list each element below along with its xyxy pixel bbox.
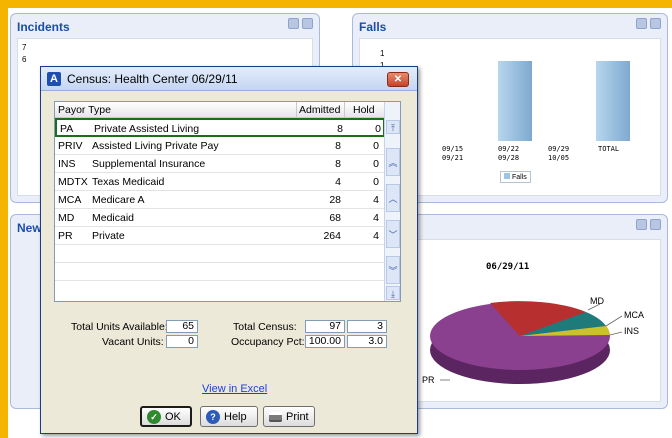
header-hold[interactable]: Hold [353, 104, 375, 116]
x-label: 09/22 09/28 [498, 145, 520, 162]
total-census-hold-field: 3 [347, 320, 387, 333]
minimize-icon[interactable] [288, 18, 299, 29]
occupancy-field: 100.00 [305, 335, 345, 348]
print-button[interactable]: Print [263, 406, 315, 427]
census-dialog: A Census: Health Center 06/29/11 ✕ Payor… [40, 66, 418, 434]
table-row-empty [55, 245, 385, 263]
total-units-label: Total Units Available: [71, 321, 168, 333]
y-tick: 1 [380, 49, 385, 58]
minimize-icon[interactable] [636, 18, 647, 29]
table-row[interactable]: MD Medicaid 68 4 [55, 209, 385, 227]
table-row[interactable]: PA Private Assisted Living 8 0 [55, 118, 385, 137]
total-census-label: Total Census: [233, 321, 297, 333]
help-button[interactable]: ? Help [200, 406, 258, 427]
scroll-down-icon[interactable]: ﹀ [386, 220, 400, 248]
pie-label-pr: PR [422, 375, 435, 385]
ok-button[interactable]: ✓ OK [140, 406, 192, 427]
grid-scrollbar[interactable]: ⤒ ︽ ︿ ﹀ ︾ ⤓ [384, 102, 400, 301]
dialog-titlebar[interactable]: A Census: Health Center 06/29/11 ✕ [41, 67, 417, 91]
dialog-title: Census: Health Center 06/29/11 [67, 71, 238, 86]
pie-label-md: MD [590, 296, 604, 306]
app-logo-icon: A [47, 71, 61, 86]
new-title: New [17, 221, 42, 235]
y-tick: 7 [22, 43, 27, 52]
table-row[interactable]: MCA Medicare A 28 4 [55, 191, 385, 209]
page-down-icon[interactable]: ︾ [386, 256, 400, 284]
y-tick: 6 [22, 55, 27, 64]
scroll-bottom-icon[interactable]: ⤓ [386, 286, 400, 300]
table-row[interactable]: INS Supplemental Insurance 8 0 [55, 155, 385, 173]
help-icon: ? [206, 409, 220, 424]
printer-icon [269, 411, 282, 422]
falls-title: Falls [359, 20, 387, 34]
falls-legend: Falls [500, 171, 531, 183]
pie-label-mca: MCA [624, 310, 644, 320]
header-admitted[interactable]: Admitted [299, 104, 340, 116]
total-census-field: 97 [305, 320, 345, 333]
table-row[interactable]: PR Private 264 4 [55, 227, 385, 245]
page-up-icon[interactable]: ︽ [386, 148, 400, 176]
view-in-excel-link[interactable]: View in Excel [202, 383, 267, 395]
check-icon: ✓ [147, 409, 161, 424]
pie-label-ins: INS [624, 326, 640, 336]
maximize-icon[interactable] [650, 219, 661, 230]
vacant-units-field: 0 [166, 335, 198, 348]
minimize-icon[interactable] [636, 219, 647, 230]
maximize-icon[interactable] [650, 18, 661, 29]
header-payor-type[interactable]: Payor Type [58, 104, 111, 116]
falls-bar [498, 61, 532, 141]
occupancy-hold-field: 3.0 [347, 335, 387, 348]
grid-header: Payor Type Admitted Hold [55, 102, 385, 118]
x-label: TOTAL [598, 145, 620, 153]
falls-bar [596, 61, 630, 141]
vacant-units-label: Vacant Units: [102, 336, 164, 348]
table-row-empty [55, 263, 385, 281]
table-row[interactable]: PRIV Assisted Living Private Pay 8 0 [55, 137, 385, 155]
maximize-icon[interactable] [302, 18, 313, 29]
x-label: 09/15 09/21 [442, 145, 464, 162]
scroll-up-icon[interactable]: ︿ [386, 184, 400, 212]
occupancy-label: Occupancy Pct: [231, 336, 305, 348]
incidents-title: Incidents [17, 20, 70, 34]
close-icon[interactable]: ✕ [387, 72, 409, 87]
total-units-field: 65 [166, 320, 198, 333]
table-row[interactable]: MDTX Texas Medicaid 4 0 [55, 173, 385, 191]
scroll-top-icon[interactable]: ⤒ [386, 120, 400, 134]
x-label: 09/29 10/05 [548, 145, 570, 162]
payor-grid: Payor Type Admitted Hold PA Private Assi… [54, 101, 401, 302]
